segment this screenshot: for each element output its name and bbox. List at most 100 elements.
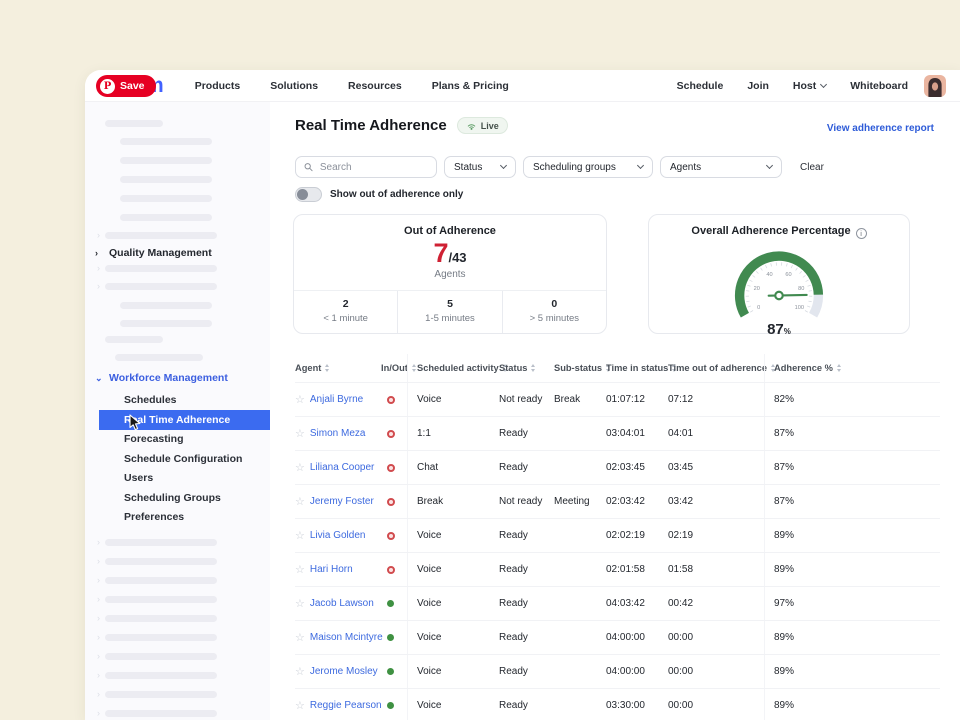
skeleton-row: › bbox=[85, 653, 270, 660]
agent-name-link[interactable]: Hari Horn bbox=[310, 564, 353, 575]
sidebar-item-preferences[interactable]: Preferences bbox=[85, 508, 270, 528]
chevron-right-icon: › bbox=[97, 672, 100, 679]
svg-text:100: 100 bbox=[795, 305, 804, 311]
sidebar-item-workforce-management[interactable]: ⌄ Workforce Management bbox=[85, 370, 270, 386]
nav-link-schedule[interactable]: Schedule bbox=[677, 80, 724, 92]
filter-dropdown-agents[interactable]: Agents bbox=[660, 156, 782, 178]
out-of-adherence-card: Out of Adherence 7 /43 Agents 2< 1 minut… bbox=[293, 214, 607, 334]
overall-adherence-card: Overall Adherence Percentagei 0204060801… bbox=[648, 214, 910, 334]
skeleton-row: › bbox=[85, 634, 270, 641]
cell-status: Ready bbox=[499, 519, 554, 552]
col-header-adherence[interactable]: Adherence % bbox=[764, 354, 940, 382]
skeleton-bar bbox=[105, 634, 217, 641]
chevron-right-icon: › bbox=[97, 615, 100, 622]
star-icon[interactable]: ☆ bbox=[295, 393, 305, 406]
sidebar-submenu: SchedulesReal Time AdherenceForecastingS… bbox=[85, 390, 270, 527]
cell-adherence-percent: 89% bbox=[764, 621, 940, 654]
nav-link-whiteboard[interactable]: Whiteboard bbox=[850, 80, 908, 92]
col-header-sub-status[interactable]: Sub-status bbox=[554, 354, 606, 382]
star-icon[interactable]: ☆ bbox=[295, 563, 305, 576]
nav-link-plans-pricing[interactable]: Plans & Pricing bbox=[432, 80, 509, 92]
out-of-adherence-toggle[interactable] bbox=[295, 187, 322, 202]
chevron-right-icon: › bbox=[97, 710, 100, 717]
star-icon[interactable]: ☆ bbox=[295, 631, 305, 644]
gauge-unit: % bbox=[784, 327, 791, 336]
star-icon[interactable]: ☆ bbox=[295, 427, 305, 440]
count-unit: Agents bbox=[294, 269, 606, 280]
sidebar-item-schedules[interactable]: Schedules bbox=[85, 390, 270, 410]
cell-adherence-percent: 89% bbox=[764, 655, 940, 688]
agent-name-link[interactable]: Maison Mcintyre bbox=[310, 632, 383, 643]
star-icon[interactable]: ☆ bbox=[295, 665, 305, 678]
cell-in-out bbox=[381, 553, 407, 586]
nav-link-products[interactable]: Products bbox=[195, 80, 241, 92]
page-title: Real Time Adherence bbox=[295, 117, 447, 134]
skeleton-bar bbox=[120, 214, 212, 221]
star-icon[interactable]: ☆ bbox=[295, 495, 305, 508]
star-icon[interactable]: ☆ bbox=[295, 597, 305, 610]
chevron-down-icon bbox=[637, 162, 644, 169]
agent-name-link[interactable]: Jerome Mosley bbox=[310, 666, 378, 677]
clear-filters-button[interactable]: Clear bbox=[800, 162, 824, 173]
user-avatar[interactable] bbox=[924, 75, 946, 97]
star-icon[interactable]: ☆ bbox=[295, 699, 305, 712]
nav-link-join[interactable]: Join bbox=[747, 80, 769, 92]
out-of-adherence-count: 7 /43 bbox=[294, 240, 606, 267]
table-row: ☆Anjali ByrneVoiceNot readyBreak01:07:12… bbox=[295, 382, 940, 416]
nav-link-solutions[interactable]: Solutions bbox=[270, 80, 318, 92]
cell-time-out-of-adherence: 03:45 bbox=[668, 451, 764, 484]
col-header-agent[interactable]: Agent bbox=[295, 354, 381, 382]
star-icon[interactable]: ☆ bbox=[295, 529, 305, 542]
nav-link-resources[interactable]: Resources bbox=[348, 80, 402, 92]
table-row: ☆Hari HornVoiceReady02:01:5801:5889% bbox=[295, 552, 940, 586]
table-row: ☆Liliana CooperChatReady02:03:4503:4587% bbox=[295, 450, 940, 484]
agent-name-link[interactable]: Jeremy Foster bbox=[310, 496, 374, 507]
agent-name-link[interactable]: Anjali Byrne bbox=[310, 394, 363, 405]
skeleton-bar bbox=[120, 302, 212, 309]
skeleton-row: › bbox=[85, 558, 270, 565]
column-label: In/Out bbox=[381, 363, 408, 373]
filter-dropdown-status[interactable]: Status bbox=[444, 156, 516, 178]
agent-name-link[interactable]: Reggie Pearson bbox=[310, 700, 382, 711]
info-icon[interactable]: i bbox=[856, 228, 867, 239]
pinterest-save-button[interactable]: P Save bbox=[96, 75, 156, 97]
agent-name-link[interactable]: Jacob Lawson bbox=[310, 598, 374, 609]
filter-dropdown-scheduling-groups[interactable]: Scheduling groups bbox=[523, 156, 653, 178]
adherence-gauge: 020406080100 87% bbox=[704, 241, 854, 340]
cell-scheduled-activity: Chat bbox=[407, 451, 499, 484]
skeleton-bar bbox=[120, 320, 212, 327]
agent-name-link[interactable]: Liliana Cooper bbox=[310, 462, 375, 473]
cell-sub-status bbox=[554, 655, 606, 688]
sidebar-item-schedule-configuration[interactable]: Schedule Configuration bbox=[85, 449, 270, 469]
search-icon bbox=[304, 162, 313, 172]
in-adherence-indicator bbox=[387, 668, 394, 675]
star-icon[interactable]: ☆ bbox=[295, 461, 305, 474]
sidebar-item-users[interactable]: Users bbox=[85, 469, 270, 489]
col-header-time-out-of-adherence[interactable]: Time out of adherence bbox=[668, 354, 764, 382]
col-header-time-in-status[interactable]: Time in status bbox=[606, 354, 668, 382]
cell-in-out bbox=[381, 655, 407, 688]
skeleton-row: › bbox=[85, 672, 270, 679]
sidebar-item-real-time-adherence[interactable]: Real Time Adherence bbox=[99, 410, 270, 430]
nav-link-host[interactable]: Host bbox=[793, 80, 826, 92]
col-header-status[interactable]: Status bbox=[499, 354, 554, 382]
table-body: ☆Anjali ByrneVoiceNot readyBreak01:07:12… bbox=[295, 382, 940, 720]
column-label: Time out of adherence bbox=[668, 363, 767, 373]
col-header-in-out[interactable]: In/Out bbox=[381, 354, 407, 382]
svg-text:20: 20 bbox=[754, 286, 760, 292]
view-adherence-report-link[interactable]: View adherence report bbox=[827, 123, 934, 134]
agent-name-link[interactable]: Livia Golden bbox=[310, 530, 366, 541]
adherence-table: AgentIn/OutScheduled activityStatusSub-s… bbox=[295, 354, 940, 720]
col-header-scheduled-activity[interactable]: Scheduled activity bbox=[407, 354, 499, 382]
cell-sub-status bbox=[554, 417, 606, 450]
agent-name-link[interactable]: Simon Meza bbox=[310, 428, 366, 439]
search-input[interactable] bbox=[318, 161, 428, 174]
cell-in-out bbox=[381, 383, 407, 416]
cell-adherence-percent: 82% bbox=[764, 383, 940, 416]
sidebar-item-quality-management[interactable]: › Quality Management bbox=[85, 245, 270, 261]
cell-agent: ☆ Simon Meza bbox=[295, 417, 381, 450]
sidebar-item-scheduling-groups[interactable]: Scheduling Groups bbox=[85, 488, 270, 508]
cell-scheduled-activity: Voice bbox=[407, 587, 499, 620]
card-title: Out of Adherence bbox=[294, 225, 606, 237]
sidebar-item-forecasting[interactable]: Forecasting bbox=[85, 430, 270, 450]
